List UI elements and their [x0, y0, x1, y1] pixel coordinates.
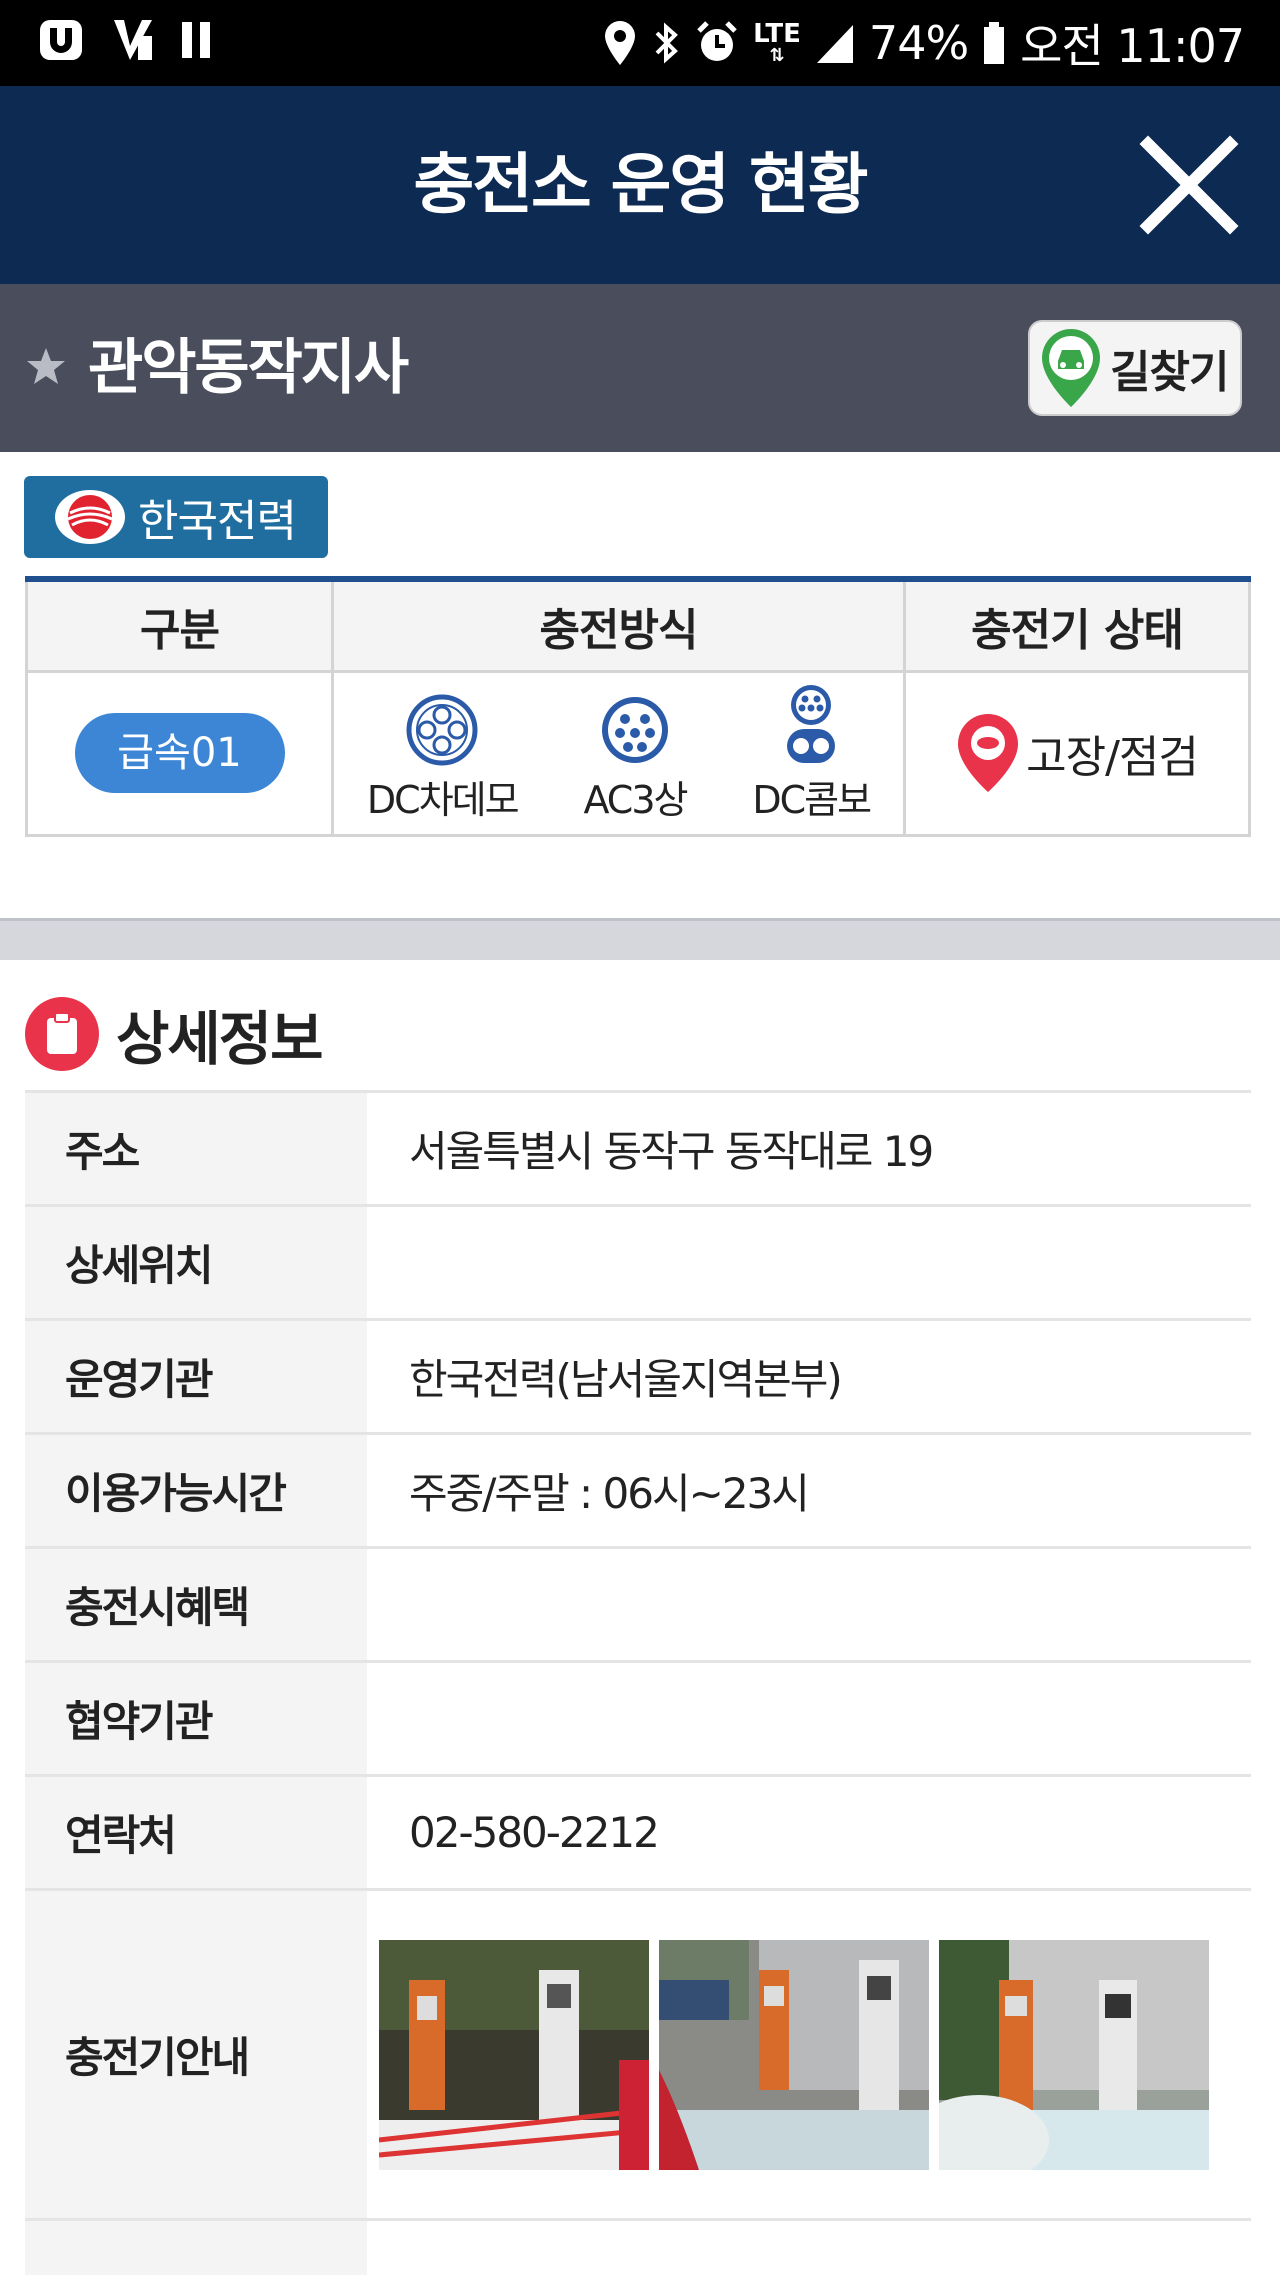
detail-value-empty	[367, 2220, 1251, 2275]
method-label: AC3상	[583, 777, 688, 822]
charger-photo[interactable]	[659, 1939, 929, 2170]
charger-photo[interactable]	[379, 1939, 649, 2170]
detail-label: 주소	[25, 1091, 367, 1207]
clipboard-icon	[25, 997, 99, 1071]
title-bar: 충전소 운영 현황	[0, 86, 1280, 284]
table-row: 충전기안내	[25, 1889, 1251, 2221]
detail-label: 상세위치	[25, 1205, 367, 1321]
detail-label: 협약기관	[25, 1661, 367, 1777]
alarm-icon	[697, 21, 737, 61]
charger-type-badge: 급속01	[74, 713, 285, 793]
table-row: 연락처 02-580-2212	[25, 1775, 1251, 1891]
station-name: 관악동작지사	[88, 333, 409, 403]
ac3-connector-icon	[601, 696, 668, 763]
car-location-pin-icon	[1042, 329, 1100, 407]
table-row: 주소 서울특별시 동작구 동작대로 19	[25, 1091, 1251, 1207]
details-title: 상세정보	[116, 1005, 323, 1073]
detail-label: 이용가능시간	[25, 1433, 367, 1549]
status-marker-icon	[958, 714, 1019, 792]
route-button-label: 길찾기	[1110, 347, 1229, 398]
detail-value	[367, 1205, 1251, 1321]
detail-value: 02-580-2212	[367, 1775, 1251, 1891]
network-type: LTE	[753, 19, 801, 49]
table-row: 이용가능시간 주중/주말 : 06시~23시	[25, 1433, 1251, 1549]
method-label: DC콤보	[752, 777, 872, 822]
method-combo: DC콤보	[752, 683, 872, 824]
detail-label: 운영기관	[25, 1319, 367, 1435]
col-header-type: 구분	[25, 577, 334, 673]
method-ac3: AC3상	[583, 693, 688, 824]
detail-label: 충전기안내	[25, 1889, 367, 2221]
charger-status-cell: 고장/점검	[903, 669, 1251, 837]
status-bar: LTE ⇅ 74% 오전 11:07	[0, 0, 1280, 86]
pause-icon	[182, 22, 210, 58]
clock: 오전 11:07	[1020, 19, 1245, 73]
table-row: 급속01 DC차데모 AC3상 DC콤보 고장/점검	[25, 669, 1251, 837]
station-header: 관악동작지사 길찾기	[0, 284, 1280, 452]
table-row: 협약기관	[25, 1661, 1251, 1777]
detail-value: 한국전력(남서울지역본부)	[367, 1319, 1251, 1435]
detail-label: 충전시혜택	[25, 1547, 367, 1663]
battery-icon	[984, 22, 1005, 64]
details-table: 주소 서울특별시 동작구 동작대로 19 상세위치 운영기관 한국전력(남서울지…	[25, 1090, 1251, 2275]
detail-label: 연락처	[25, 1775, 367, 1891]
signal-icon	[816, 25, 853, 63]
detail-label-empty	[25, 2219, 367, 2275]
charger-table: 구분 충전방식 충전기 상태 급속01 DC차데모 AC3상 DC콤보 고장/점…	[25, 576, 1251, 837]
operator-name: 한국전력	[138, 496, 297, 547]
dc-combo-connector-icon	[787, 684, 836, 763]
col-header-status: 충전기 상태	[903, 577, 1251, 673]
kepco-logo-icon	[55, 490, 125, 544]
bluetooth-icon	[655, 22, 679, 64]
method-label: DC차데모	[366, 777, 520, 822]
method-chademo: DC차데모	[366, 693, 520, 824]
table-row: 운영기관 한국전력(남서울지역본부)	[25, 1319, 1251, 1435]
charger-photos	[367, 1889, 1251, 2221]
charger-status: 고장/점검	[1026, 732, 1199, 783]
section-divider	[0, 918, 1280, 960]
col-header-method: 충전방식	[331, 577, 906, 673]
favorite-star-icon[interactable]	[26, 346, 66, 386]
battery-percent: 74%	[868, 16, 969, 70]
details-header: 상세정보	[24, 992, 323, 1076]
detail-value: 주중/주말 : 06시~23시	[367, 1433, 1251, 1549]
charger-methods-cell: DC차데모 AC3상 DC콤보	[331, 669, 906, 837]
table-row: 충전시혜택	[25, 1547, 1251, 1663]
close-icon[interactable]	[1130, 126, 1248, 244]
detail-value	[367, 1547, 1251, 1663]
operator-badge: 한국전력	[24, 476, 328, 558]
chademo-connector-icon	[406, 694, 478, 765]
charger-photo[interactable]	[939, 1939, 1209, 2170]
location-icon	[605, 21, 636, 65]
app-notification-icon	[40, 20, 82, 60]
detail-value: 서울특별시 동작구 동작대로 19	[367, 1091, 1251, 1207]
table-row: 상세위치	[25, 1205, 1251, 1321]
charger-type-cell: 급속01	[25, 669, 334, 837]
detail-value	[367, 1661, 1251, 1777]
route-button[interactable]: 길찾기	[1028, 320, 1242, 416]
page-title: 충전소 운영 현황	[413, 146, 869, 223]
app-notification-icon-2	[114, 20, 152, 60]
table-row	[25, 2219, 1251, 2275]
